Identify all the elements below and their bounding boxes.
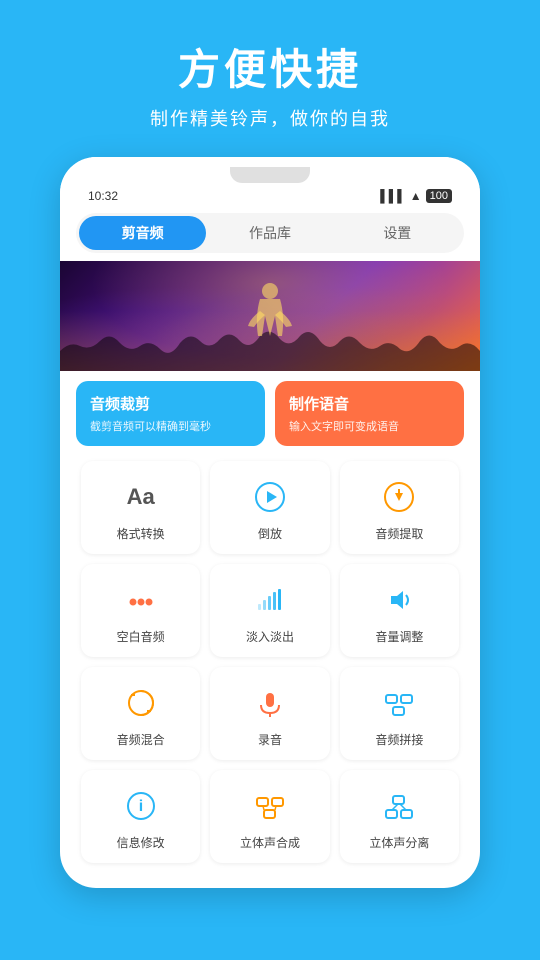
signal-icon: ▌▌▌ [380, 189, 406, 203]
card-tts-title: 制作语音 [289, 393, 450, 414]
info-edit-label: 信息修改 [117, 834, 165, 851]
stereo-mix-icon [248, 784, 292, 828]
card-cut-title: 音频裁剪 [90, 393, 251, 414]
stereo-split-icon [377, 784, 421, 828]
phone-top: 10:32 ▌▌▌ ▲ 100 [60, 157, 480, 205]
volume-icon [377, 578, 421, 622]
reverse-label: 倒放 [258, 525, 282, 542]
info-edit-icon: i [119, 784, 163, 828]
card-tts-desc: 输入文字即可变成语音 [289, 418, 450, 434]
header-title: 方便快捷 [20, 36, 520, 97]
stereo-split-label: 立体声分离 [369, 834, 429, 851]
battery-icon: 100 [426, 189, 452, 203]
fade-label: 淡入淡出 [246, 628, 294, 645]
tab-settings[interactable]: 设置 [334, 216, 461, 250]
card-cut-audio[interactable]: 音频裁剪 截剪音频可以精确到毫秒 [76, 381, 265, 446]
mix-icon [119, 681, 163, 725]
status-time: 10:32 [88, 189, 118, 203]
grid-fade[interactable]: 淡入淡出 [210, 564, 329, 657]
concert-banner [60, 261, 480, 371]
reverse-icon [248, 475, 292, 519]
grid-extract-audio[interactable]: 音频提取 [340, 461, 459, 554]
grid-stereo-mix[interactable]: 立体声合成 [210, 770, 329, 863]
stereo-mix-label: 立体声合成 [240, 834, 300, 851]
card-cut-desc: 截剪音频可以精确到毫秒 [90, 418, 251, 434]
extract-audio-label: 音频提取 [375, 525, 423, 542]
card-tts[interactable]: 制作语音 输入文字即可变成语音 [275, 381, 464, 446]
record-icon [248, 681, 292, 725]
extract-audio-icon [377, 475, 421, 519]
grid-splice[interactable]: 音频拼接 [340, 667, 459, 760]
grid-stereo-split[interactable]: 立体声分离 [340, 770, 459, 863]
splice-label: 音频拼接 [375, 731, 423, 748]
status-icons: ▌▌▌ ▲ 100 [380, 189, 452, 203]
grid-mix[interactable]: 音频混合 [81, 667, 200, 760]
volume-label: 音量调整 [375, 628, 423, 645]
splice-icon [377, 681, 421, 725]
wifi-icon: ▲ [410, 189, 422, 203]
grid-volume[interactable]: 音量调整 [340, 564, 459, 657]
record-label: 录音 [258, 731, 282, 748]
svg-text:i: i [138, 798, 142, 815]
grid-format-convert[interactable]: Aa 格式转换 [81, 461, 200, 554]
blank-audio-icon [119, 578, 163, 622]
grid-info-edit[interactable]: i 信息修改 [81, 770, 200, 863]
tab-works[interactable]: 作品库 [206, 216, 333, 250]
phone-mockup: 10:32 ▌▌▌ ▲ 100 剪音频 作品库 设置 音频 [60, 157, 480, 888]
header: 方便快捷 制作精美铃声，做你的自我 [0, 0, 540, 147]
feature-cards: 音频裁剪 截剪音频可以精确到毫秒 制作语音 输入文字即可变成语音 [76, 381, 464, 446]
mix-label: 音频混合 [117, 731, 165, 748]
features-grid: Aa 格式转换 倒放 音频提取 [76, 456, 464, 868]
phone-notch [230, 167, 310, 183]
tab-bar: 剪音频 作品库 设置 [76, 213, 464, 253]
grid-record[interactable]: 录音 [210, 667, 329, 760]
format-convert-icon: Aa [119, 475, 163, 519]
header-subtitle: 制作精美铃声，做你的自我 [20, 105, 520, 131]
tab-cut-audio[interactable]: 剪音频 [79, 216, 206, 250]
status-bar: 10:32 ▌▌▌ ▲ 100 [80, 187, 460, 205]
grid-reverse[interactable]: 倒放 [210, 461, 329, 554]
format-convert-label: 格式转换 [117, 525, 165, 542]
fade-icon [248, 578, 292, 622]
blank-audio-label: 空白音频 [117, 628, 165, 645]
grid-blank-audio[interactable]: 空白音频 [81, 564, 200, 657]
performer-silhouette [240, 281, 300, 361]
